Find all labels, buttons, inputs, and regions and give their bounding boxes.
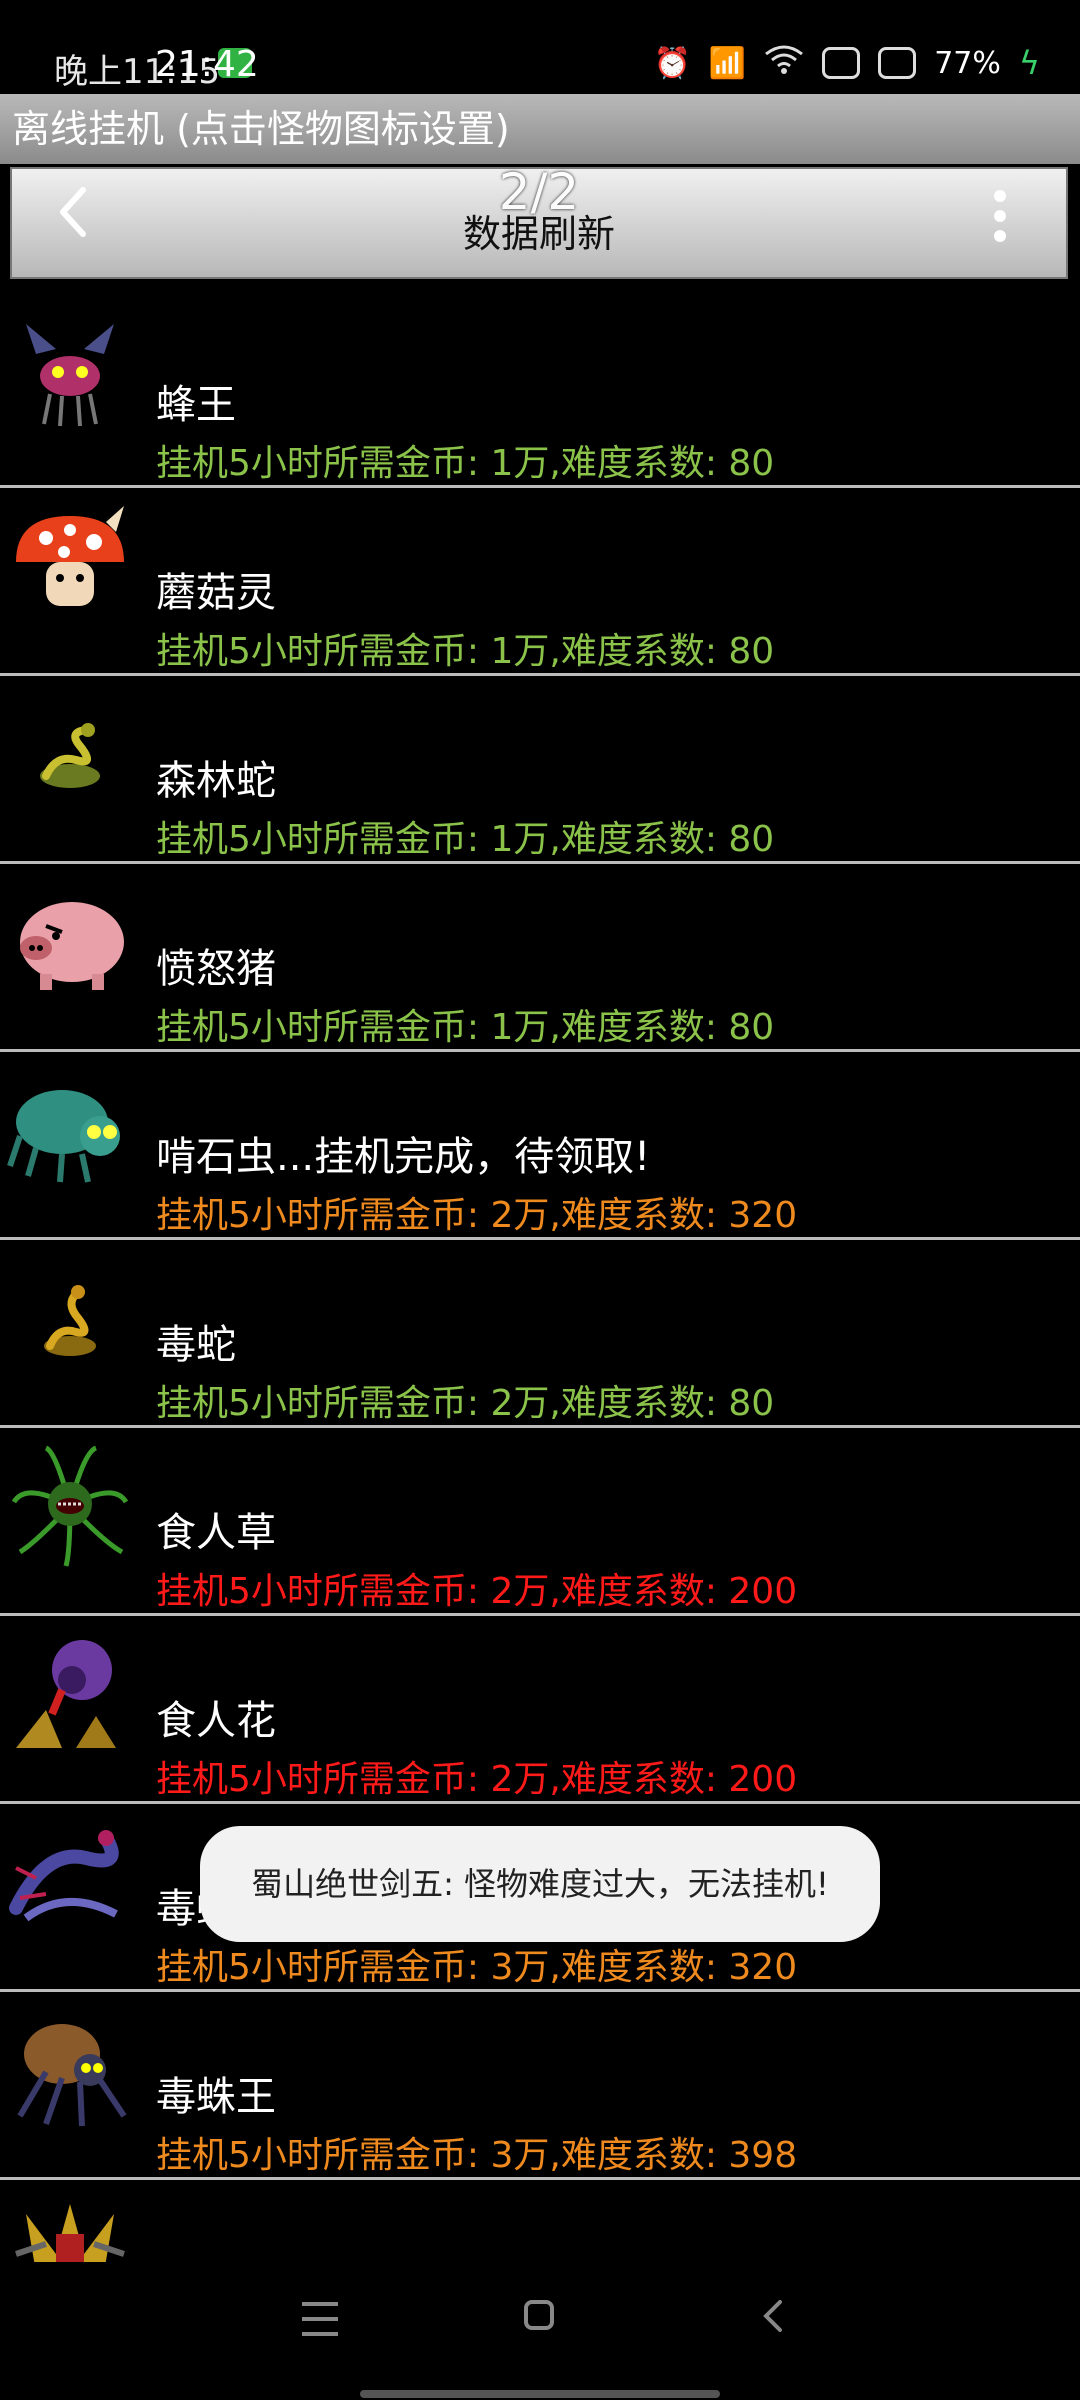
home-indicator[interactable] [360,2390,720,2398]
list-item[interactable]: 啃石虫...挂机完成，待领取! 挂机5小时所需金币: 2万,难度系数: 320 [0,1052,1080,1240]
bee-king-icon[interactable] [6,314,134,442]
monster-name: 食人花 [156,1698,276,1744]
maneater-grass-icon[interactable] [6,1442,134,1570]
home-icon[interactable] [524,2300,554,2330]
charging-icon: ϟ [1018,44,1040,82]
monster-detail: 挂机5小时所需金币: 1万,难度系数: 80 [156,443,775,484]
nav-back-icon[interactable] [754,2296,794,2336]
list-item[interactable]: 食人花 挂机5小时所需金币: 2万,难度系数: 200 [0,1616,1080,1804]
monster-name: 愤怒猪 [156,946,276,992]
status-icons: ⏰ 📶 77% ϟ [653,44,1040,82]
monster-detail: 挂机5小时所需金币: 2万,难度系数: 80 [156,1383,775,1424]
system-nav-bar [0,2262,1080,2400]
status-time: 21:42 [155,44,259,85]
list-item[interactable]: 毒蛇 挂机5小时所需金币: 2万,难度系数: 80 [0,1240,1080,1428]
refresh-button[interactable]: 数据刷新 2/2 [10,163,1068,279]
monster-name: 毒蛛王 [156,2074,276,2120]
monster-detail: 挂机5小时所需金币: 3万,难度系数: 320 [156,1947,798,1988]
battery-saver-icon [878,47,917,79]
page-title: 离线挂机 (点击怪物图标设置) [0,94,1080,164]
viper-icon[interactable] [6,1254,134,1382]
monster-name: 啃石虫...挂机完成，待领取! [156,1134,651,1180]
monster-name: 蜂王 [156,382,236,428]
monster-name: 蘑菇灵 [156,570,276,616]
stone-bug-icon[interactable] [6,1066,134,1194]
battery-percent: 77% [934,45,1001,81]
maneater-flower-icon[interactable] [6,1630,134,1758]
monster-detail: 挂机5小时所需金币: 2万,难度系数: 200 [156,1759,798,1800]
monster-name: 森林蛇 [156,758,276,804]
mushroom-spirit-icon[interactable] [6,502,134,630]
toast-message: 蜀山绝世剑五: 怪物难度过大，无法挂机! [200,1826,880,1942]
list-item[interactable]: 愤怒猪 挂机5小时所需金币: 1万,难度系数: 80 [0,864,1080,1052]
angry-pig-icon[interactable] [6,878,134,1006]
monster-detail: 挂机5小时所需金币: 1万,难度系数: 80 [156,1007,775,1048]
alarm-icon: ⏰ [653,45,691,81]
forest-snake-icon[interactable] [6,690,134,818]
monster-name: 毒蛇 [156,1322,236,1368]
wifi-icon [764,44,804,82]
list-item[interactable]: 森林蛇 挂机5小时所需金币: 1万,难度系数: 80 [0,676,1080,864]
list-item[interactable]: 毒蛛王 挂机5小时所需金币: 3万,难度系数: 398 [0,1992,1080,2180]
monster-detail: 挂机5小时所需金币: 2万,难度系数: 320 [156,1195,798,1236]
back-icon[interactable] [42,181,104,243]
mute-icon [822,47,861,79]
monster-name: 食人草 [156,1510,276,1556]
status-bar: 晚上11:15 21:42 ⏰ 📶 77% ϟ [0,0,1080,94]
monster-detail: 挂机5小时所需金币: 1万,难度系数: 80 [156,631,775,672]
list-item[interactable]: 蘑菇灵 挂机5小时所需金币: 1万,难度系数: 80 [0,488,1080,676]
scorpion-king-icon[interactable] [6,1818,134,1946]
more-options-icon[interactable] [990,185,1010,245]
monster-detail: 挂机5小时所需金币: 2万,难度系数: 200 [156,1571,798,1612]
signal-icon: 📶 [708,45,747,81]
monster-detail: 挂机5小时所需金币: 3万,难度系数: 398 [156,2135,798,2176]
recent-apps-icon[interactable] [302,2302,338,2336]
spider-king-icon[interactable] [6,2006,134,2134]
page-indicator: 2/2 [498,163,580,221]
monster-detail: 挂机5小时所需金币: 1万,难度系数: 80 [156,819,775,860]
list-item[interactable]: 蜂王 挂机5小时所需金币: 1万,难度系数: 80 [0,300,1080,488]
list-item[interactable]: 食人草 挂机5小时所需金币: 2万,难度系数: 200 [0,1428,1080,1616]
monster-list: 蜂王 挂机5小时所需金币: 1万,难度系数: 80 蘑菇灵 挂机5小时所需金币:… [0,300,1080,2280]
